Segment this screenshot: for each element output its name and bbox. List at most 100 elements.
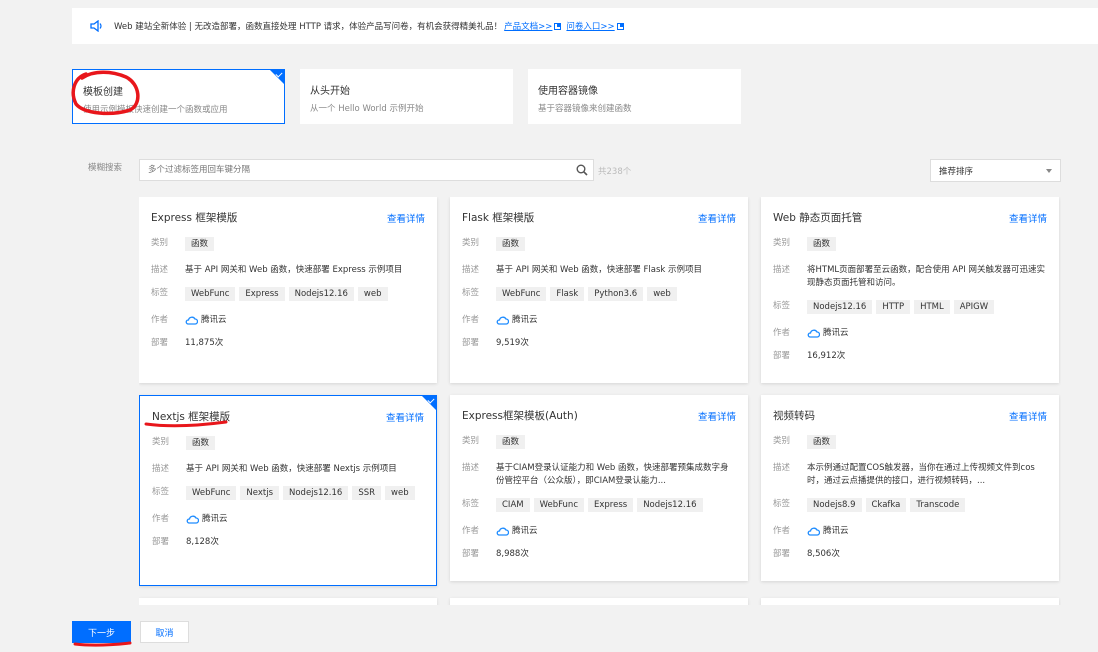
template-card[interactable]: Express 框架模版 查看详情 类别 函数 描述 基于 API 网关和 Web 函…: [139, 197, 437, 383]
cloud-icon: [186, 515, 199, 524]
tag: HTML: [914, 300, 950, 314]
field-label: 描述: [462, 463, 480, 473]
author-name: 腾讯云: [823, 328, 849, 338]
sort-value: 推荐排序: [939, 167, 974, 177]
deploy-count: 16,912次: [807, 351, 846, 361]
mode-card-scratch[interactable]: 从头开始 从一个 Hello World 示例开始: [300, 69, 513, 124]
mode-desc: 使用示例模板快速创建一个函数或应用: [83, 105, 228, 115]
mode-desc: 从一个 Hello World 示例开始: [310, 104, 424, 114]
template-card-partial[interactable]: [139, 598, 437, 605]
template-card-selected[interactable]: Nextjs 框架模版 查看详情 类别 函数 描述 基于 API 网关和 Web 函数…: [139, 395, 437, 586]
tag: Express: [239, 287, 285, 301]
mode-title: 从头开始: [310, 86, 350, 97]
tag: Ckafka: [865, 498, 907, 512]
mode-card-template[interactable]: 模板创建 使用示例模板快速创建一个函数或应用: [72, 69, 285, 124]
field-label: 部署: [773, 351, 791, 361]
tag: WebFunc: [496, 287, 547, 301]
tag: HTTP: [876, 300, 911, 314]
tag: Express: [588, 498, 634, 512]
field-label: 标签: [462, 499, 480, 509]
field-label: 标签: [462, 288, 480, 298]
notice-text: Web 建站全新体验 | 无改造部署，函数直接处理 HTTP 请求，体验产品写问…: [114, 22, 503, 32]
tag: APIGW: [953, 300, 995, 314]
field-label: 描述: [773, 265, 791, 275]
category-tag: 函数: [807, 435, 837, 449]
selected-check-icon: [422, 396, 436, 410]
field-label: 描述: [151, 265, 169, 275]
search-input[interactable]: [139, 159, 594, 181]
template-name: Express框架模板(Auth): [462, 410, 578, 422]
view-detail-link[interactable]: 查看详情: [386, 410, 424, 424]
chevron-down-icon: [1046, 169, 1052, 173]
field-label: 类别: [152, 437, 170, 447]
template-desc: 基于 API 网关和 Web 函数，快速部署 Nextjs 示例项目: [186, 464, 397, 474]
template-card[interactable]: 视频转码 查看详情 类别 函数 描述 本示例通过配置COS触发器，当你在通过上传视频文…: [761, 395, 1059, 581]
field-label: 部署: [462, 549, 480, 559]
field-label: 作者: [462, 315, 480, 325]
cloud-icon: [185, 316, 198, 325]
tag: Nodejs12.16: [807, 300, 873, 314]
selected-check-icon: [270, 70, 284, 84]
tag: SSR: [352, 486, 382, 500]
view-detail-link[interactable]: 查看详情: [1009, 211, 1047, 225]
mode-card-container[interactable]: 使用容器镜像 基于容器镜像来创建函数: [528, 69, 741, 124]
survey-link[interactable]: 问卷入口>>: [566, 20, 614, 32]
cancel-button[interactable]: 取消: [140, 621, 189, 643]
field-label: 标签: [773, 301, 791, 311]
template-desc: 本示例通过配置COS触发器，当你在通过上传视频文件到cos时，通过云点播提供的接…: [807, 463, 1035, 486]
field-label: 标签: [151, 288, 169, 298]
view-detail-link[interactable]: 查看详情: [1009, 409, 1047, 423]
deploy-count: 8,506次: [807, 549, 840, 559]
template-card-partial[interactable]: [761, 598, 1059, 605]
category-tag: 函数: [186, 436, 216, 450]
template-card[interactable]: Express框架模板(Auth) 查看详情 类别 函数 描述 基于CIAM登录认证能…: [450, 395, 748, 581]
category-tag: 函数: [496, 435, 526, 449]
mode-title: 使用容器镜像: [538, 86, 598, 97]
field-label: 部署: [151, 338, 169, 348]
field-label: 部署: [773, 549, 791, 559]
tag: web: [357, 287, 388, 301]
template-desc: 基于 API 网关和 Web 函数，快速部署 Flask 示例项目: [496, 265, 703, 275]
view-detail-link[interactable]: 查看详情: [698, 409, 736, 423]
author-name: 腾讯云: [201, 315, 227, 325]
field-label: 作者: [152, 514, 170, 524]
deploy-count: 8,988次: [496, 549, 529, 559]
field-label: 描述: [773, 463, 791, 473]
category-tag: 函数: [807, 237, 837, 251]
tag: web: [647, 287, 677, 301]
next-step-button[interactable]: 下一步: [72, 621, 131, 643]
tag: Python3.6: [588, 287, 644, 301]
template-name: 视频转码: [773, 410, 815, 422]
tag: Nodejs8.9: [807, 498, 862, 512]
docs-link[interactable]: 产品文档>>: [504, 20, 552, 32]
field-label: 类别: [151, 238, 169, 248]
external-link-icon: [554, 22, 562, 30]
field-label: 标签: [773, 499, 791, 509]
tag: Flask: [550, 287, 585, 301]
template-desc: 基于CIAM登录认证能力和 Web 函数，快速部署预集成数字身份管控平台（公众版…: [496, 463, 729, 486]
tag: WebFunc: [185, 287, 236, 301]
result-count: 共238个: [598, 167, 632, 177]
tag: WebFunc: [186, 486, 237, 500]
field-label: 作者: [773, 526, 791, 536]
template-card[interactable]: Web 静态页面托管 查看详情 类别 函数 描述 将HTML页面部署至云函数，配合使用…: [761, 197, 1059, 383]
notice-banner: Web 建站全新体验 | 无改造部署，函数直接处理 HTTP 请求，体验产品写问…: [72, 8, 1098, 44]
view-detail-link[interactable]: 查看详情: [698, 211, 736, 225]
template-desc: 基于 API 网关和 Web 函数，快速部署 Express 示例项目: [185, 265, 403, 275]
tag: Transcode: [910, 498, 966, 512]
field-label: 类别: [462, 436, 480, 446]
deploy-count: 9,519次: [496, 338, 529, 348]
template-name: Web 静态页面托管: [773, 212, 863, 224]
sort-select[interactable]: 推荐排序: [930, 159, 1061, 182]
field-label: 标签: [152, 487, 170, 497]
field-label: 部署: [152, 537, 170, 547]
template-card-partial[interactable]: [450, 598, 748, 605]
search-icon[interactable]: [574, 162, 590, 178]
deploy-count: 8,128次: [186, 537, 219, 547]
field-label: 作者: [151, 315, 169, 325]
template-card[interactable]: Flask 框架模版 查看详情 类别 函数 描述 基于 API 网关和 Web 函数，…: [450, 197, 748, 383]
tag: Nodejs12.16: [637, 498, 703, 512]
cloud-icon: [496, 527, 509, 536]
view-detail-link[interactable]: 查看详情: [387, 211, 425, 225]
template-desc: 将HTML页面部署至云函数，配合使用 API 网关触发器可迅速实现静态页面托管和…: [807, 265, 1046, 288]
